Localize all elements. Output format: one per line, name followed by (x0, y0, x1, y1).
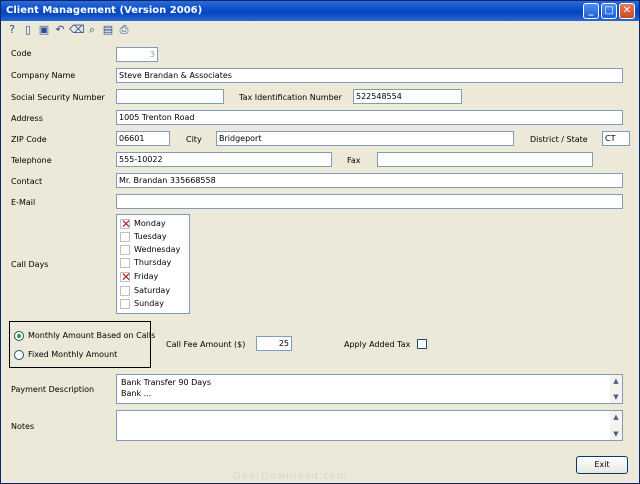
ssn-field[interactable] (116, 89, 224, 104)
checkbox-thursday[interactable] (120, 258, 130, 268)
list-item[interactable]: Saturday (120, 285, 190, 297)
fax-label: Fax (347, 156, 361, 165)
window-title: Client Management (Version 2006) (6, 5, 203, 16)
company-name-field[interactable]: Steve Brandan & Associates (116, 68, 623, 83)
tax-id-label: Tax Identification Number (239, 93, 342, 102)
code-label: Code (11, 49, 32, 58)
district-label: District / State (530, 135, 588, 144)
checkbox-sunday[interactable] (120, 299, 130, 309)
list-item[interactable]: Tuesday (120, 231, 190, 243)
day-label: Thursday (134, 258, 172, 267)
ssn-label: Social Security Number (11, 93, 105, 102)
call-fee-field[interactable]: 25 (256, 336, 292, 351)
apply-tax-label: Apply Added Tax (344, 340, 411, 349)
day-label: Tuesday (134, 232, 167, 241)
radio-selected-dot (17, 334, 21, 338)
call-days-list[interactable]: ✕ Monday Tuesday Wednesday Thursday ✕ Fr… (116, 214, 190, 314)
new-icon[interactable]: ▯ (21, 23, 35, 37)
payment-description-line: Bank Transfer 90 Days (121, 378, 212, 387)
list-item[interactable]: Thursday (120, 257, 190, 269)
address-label: Address (11, 114, 43, 123)
checkbox-tuesday[interactable] (120, 232, 130, 242)
fax-field[interactable] (377, 152, 593, 167)
radio-fixed-amount-label[interactable]: Fixed Monthly Amount (28, 350, 117, 359)
watermark: GearDownload.com (233, 471, 348, 482)
district-field[interactable]: CT (602, 131, 630, 146)
telephone-label: Telephone (11, 156, 52, 165)
notes-textarea[interactable]: ▲ ▼ (116, 410, 623, 441)
undo-icon[interactable]: ↶ (53, 23, 67, 37)
search-icon[interactable]: ⌕ (85, 23, 99, 37)
checkbox-friday[interactable]: ✕ (120, 271, 131, 283)
zip-field[interactable]: 06601 (116, 131, 170, 146)
scroll-up-icon[interactable]: ▲ (611, 412, 621, 422)
day-label: Wednesday (134, 245, 181, 254)
day-label: Monday (134, 219, 166, 228)
list-item[interactable]: ✕ Friday (120, 271, 190, 283)
apply-tax-checkbox[interactable] (417, 339, 427, 349)
scroll-down-icon[interactable]: ▼ (611, 392, 621, 402)
radio-monthly-calls[interactable] (14, 331, 24, 341)
day-label: Sunday (134, 299, 164, 308)
minimize-button[interactable]: _ (583, 3, 599, 19)
contact-field[interactable]: Mr. Brandan 335668558 (116, 173, 623, 188)
close-button[interactable]: ✕ (619, 3, 635, 19)
tax-id-field[interactable]: 522548554 (353, 89, 462, 104)
scroll-down-icon[interactable]: ▼ (611, 429, 621, 439)
title-bar[interactable]: Client Management (Version 2006) _ □ ✕ (1, 1, 639, 21)
checkbox-saturday[interactable] (120, 286, 130, 296)
payment-description-line: Bank ... (121, 389, 152, 398)
day-label: Friday (134, 272, 159, 281)
maximize-button[interactable]: □ (601, 3, 617, 19)
city-label: City (186, 135, 202, 144)
radio-fixed-amount[interactable] (14, 350, 24, 360)
help-icon[interactable]: ? (5, 23, 19, 37)
payment-description-textarea[interactable]: Bank Transfer 90 Days Bank ... ▲ ▼ (116, 374, 623, 404)
checkbox-monday[interactable]: ✕ (120, 218, 131, 230)
day-label: Saturday (134, 286, 171, 295)
call-days-label: Call Days (11, 260, 49, 269)
scrollbar[interactable]: ▲ ▼ (610, 375, 622, 403)
print-preview-icon[interactable]: ▤ (101, 23, 115, 37)
save-icon[interactable]: ▣ (37, 23, 51, 37)
telephone-field[interactable]: 555-10022 (116, 152, 332, 167)
email-label: E-Mail (11, 198, 36, 207)
radio-monthly-calls-label[interactable]: Monthly Amount Based on Calls (28, 331, 155, 340)
print-icon[interactable]: ⎙ (117, 23, 131, 37)
notes-label: Notes (11, 422, 35, 431)
exit-button[interactable]: Exit (576, 456, 628, 474)
address-field[interactable]: 1005 Trenton Road (116, 110, 623, 125)
contact-label: Contact (11, 177, 43, 186)
app-window: Client Management (Version 2006) _ □ ✕ ?… (0, 0, 640, 484)
zip-label: ZIP Code (11, 135, 47, 144)
checkbox-wednesday[interactable] (120, 245, 130, 255)
list-item[interactable]: ✕ Monday (120, 218, 190, 230)
scroll-up-icon[interactable]: ▲ (611, 376, 621, 386)
billing-option-group: Monthly Amount Based on Calls Fixed Mont… (9, 321, 155, 368)
city-field[interactable]: Bridgeport (216, 131, 514, 146)
payment-description-label: Payment Description (11, 385, 95, 394)
list-item[interactable]: Wednesday (120, 244, 190, 256)
email-field[interactable] (116, 194, 623, 209)
call-fee-label: Call Fee Amount ($) (166, 340, 246, 349)
scrollbar[interactable]: ▲ ▼ (610, 411, 622, 440)
list-item[interactable]: Sunday (120, 298, 190, 310)
delete-icon[interactable]: ⌫ (69, 23, 85, 37)
code-field[interactable]: 3 (116, 47, 158, 62)
company-name-label: Company Name (11, 71, 76, 80)
